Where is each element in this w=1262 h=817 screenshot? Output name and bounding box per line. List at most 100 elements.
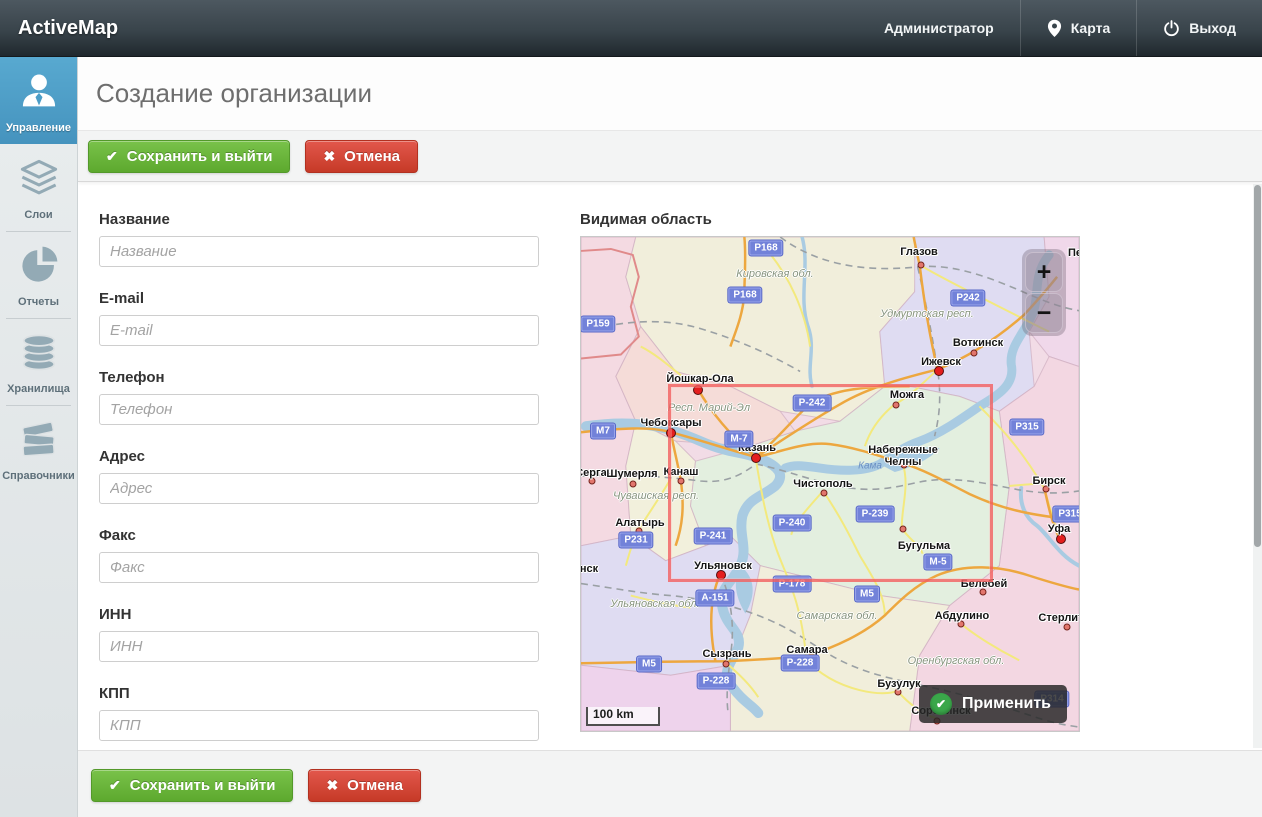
road-label: Р242 bbox=[951, 291, 984, 306]
city-dot bbox=[971, 350, 978, 357]
map-link-label: Карта bbox=[1071, 20, 1111, 36]
kpp-input[interactable] bbox=[99, 710, 539, 741]
page-header: Создание организации bbox=[78, 57, 1262, 130]
inn-input[interactable] bbox=[99, 631, 539, 662]
page-title: Создание организации bbox=[96, 78, 372, 109]
top-navbar: ActiveMap Администратор Карта Выход bbox=[0, 0, 1262, 57]
city-label: Уфа bbox=[1048, 524, 1071, 536]
road-label: М5 bbox=[637, 657, 661, 672]
form-field-fax: Факс bbox=[99, 527, 539, 583]
map-pin-icon bbox=[1047, 19, 1062, 38]
x-icon: ✖ bbox=[323, 148, 335, 165]
database-icon bbox=[18, 331, 60, 373]
save-and-exit-button[interactable]: ✔ Сохранить и выйти bbox=[91, 769, 293, 802]
user-menu-label: Администратор bbox=[884, 20, 994, 36]
field-label: Факс bbox=[99, 527, 539, 544]
region-label: Оренбургская обл. bbox=[908, 655, 1005, 667]
road-label: Р168 bbox=[749, 241, 782, 256]
zoom-in-button[interactable]: + bbox=[1025, 252, 1063, 292]
city-label: Бирск bbox=[1032, 476, 1065, 488]
sidebar-item-label: Отчеты bbox=[2, 296, 75, 308]
road-label: А-151 bbox=[696, 591, 733, 606]
content-panel: Название E-mail Телефон Адрес Факс ИНН bbox=[78, 182, 1262, 750]
check-icon: ✔ bbox=[106, 148, 118, 165]
map-canvas[interactable]: ГлазовПеВоткинскИжевскЙошкар-ОлаМожгаЧеб… bbox=[580, 236, 1080, 732]
road-label: М7 bbox=[591, 424, 615, 439]
check-circle-icon: ✔ bbox=[930, 693, 952, 715]
sidebar-item-references[interactable]: Справочники bbox=[0, 405, 77, 492]
x-icon: ✖ bbox=[326, 777, 338, 794]
sidebar-item-layers[interactable]: Слои bbox=[0, 144, 77, 231]
road-label: Р231 bbox=[619, 533, 652, 548]
sidebar-item-label: Справочники bbox=[2, 470, 75, 482]
scrollbar-thumb[interactable] bbox=[1254, 185, 1261, 547]
zoom-out-button[interactable]: − bbox=[1025, 293, 1063, 333]
cancel-button[interactable]: ✖ Отмена bbox=[305, 140, 418, 173]
user-menu[interactable]: Администратор bbox=[858, 0, 1020, 56]
organization-form: Название E-mail Телефон Адрес Факс ИНН bbox=[99, 211, 539, 764]
field-label: КПП bbox=[99, 685, 539, 702]
field-label: Адрес bbox=[99, 448, 539, 465]
app-logo: ActiveMap bbox=[0, 17, 118, 40]
user-icon bbox=[18, 70, 60, 112]
city-label: Воткинск bbox=[953, 338, 1003, 350]
region-label: Самарская обл. bbox=[796, 610, 877, 622]
road-label: Р-228 bbox=[782, 656, 819, 671]
city-label: Шумерля bbox=[606, 469, 657, 481]
phone-input[interactable] bbox=[99, 394, 539, 425]
pie-chart-icon bbox=[18, 244, 60, 286]
check-icon: ✔ bbox=[109, 777, 121, 794]
form-field-address: Адрес bbox=[99, 448, 539, 504]
road-label: Р-228 bbox=[698, 674, 735, 689]
vertical-scrollbar[interactable] bbox=[1253, 184, 1262, 748]
address-input[interactable] bbox=[99, 473, 539, 504]
field-label: ИНН bbox=[99, 606, 539, 623]
road-label: М5 bbox=[855, 587, 879, 602]
region-label: Удмуртская респ. bbox=[880, 308, 974, 320]
city-dot bbox=[723, 661, 730, 668]
map-selection-rectangle[interactable] bbox=[668, 384, 993, 582]
cancel-button-label: Отмена bbox=[347, 777, 403, 794]
form-field-inn: ИНН bbox=[99, 606, 539, 662]
field-label: Название bbox=[99, 211, 539, 228]
sidebar-item-label: Слои bbox=[2, 209, 75, 221]
form-field-name: Название bbox=[99, 211, 539, 267]
form-field-phone: Телефон bbox=[99, 369, 539, 425]
main-area: Создание организации ✔ Сохранить и выйти… bbox=[78, 57, 1262, 817]
layers-icon bbox=[18, 157, 60, 199]
fax-input[interactable] bbox=[99, 552, 539, 583]
name-input[interactable] bbox=[99, 236, 539, 267]
city-label: Пе bbox=[1068, 248, 1080, 260]
logout-link[interactable]: Выход bbox=[1137, 0, 1262, 56]
cancel-button[interactable]: ✖ Отмена bbox=[308, 769, 421, 802]
road-label: Р159 bbox=[581, 317, 614, 332]
form-field-email: E-mail bbox=[99, 290, 539, 346]
map-scale-bar: 100 km bbox=[586, 707, 660, 726]
apply-button-label: Применить bbox=[962, 695, 1051, 713]
sidebar-item-label: Управление bbox=[2, 122, 75, 134]
field-label: E-mail bbox=[99, 290, 539, 307]
city-label: Алатырь bbox=[615, 518, 664, 530]
city-label: Стерлита bbox=[1038, 613, 1080, 625]
sidebar-item-storage[interactable]: Хранилища bbox=[0, 318, 77, 405]
sidebar-item-management[interactable]: Управление bbox=[0, 57, 77, 144]
map-section-label: Видимая область bbox=[580, 211, 1080, 228]
save-and-exit-button[interactable]: ✔ Сохранить и выйти bbox=[88, 140, 290, 173]
city-label: Абдулино bbox=[935, 611, 990, 623]
email-input[interactable] bbox=[99, 315, 539, 346]
save-button-label: Сохранить и выйти bbox=[127, 148, 273, 165]
road-label: Р168 bbox=[728, 288, 761, 303]
road-label: Р315 bbox=[1010, 420, 1043, 435]
books-icon bbox=[18, 418, 60, 460]
logout-link-label: Выход bbox=[1189, 20, 1236, 36]
road-label: Р315 bbox=[1053, 507, 1080, 522]
sidebar-item-reports[interactable]: Отчеты bbox=[0, 231, 77, 318]
save-button-label: Сохранить и выйти bbox=[130, 777, 276, 794]
visible-area-section: Видимая область bbox=[580, 211, 1080, 732]
city-label: Сызрань bbox=[702, 649, 751, 661]
city-label: Бузулук bbox=[877, 679, 920, 691]
city-label: Глазов bbox=[900, 247, 938, 259]
city-label: нск bbox=[580, 564, 598, 576]
apply-button[interactable]: ✔ Применить bbox=[919, 685, 1067, 723]
map-link[interactable]: Карта bbox=[1021, 0, 1137, 56]
